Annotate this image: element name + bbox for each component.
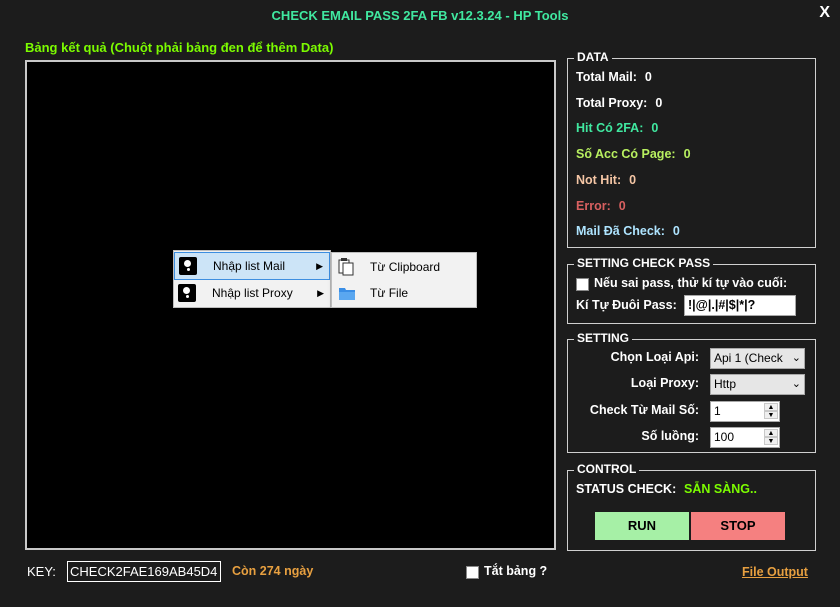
setting-check-pass-panel: SETTING CHECK PASS Nếu sai pass, thử kí …	[567, 256, 816, 324]
data-panel-title: DATA	[574, 50, 612, 64]
hide-table-label: Tắt bảng ?	[484, 564, 548, 578]
file-output-link[interactable]: File Output	[742, 565, 808, 579]
stop-button[interactable]: STOP	[691, 512, 785, 540]
setting-check-pass-title: SETTING CHECK PASS	[574, 256, 714, 270]
chevron-down-icon: ⌄	[791, 378, 801, 390]
data-row-value: 0	[683, 147, 691, 162]
menu-item-label: Nhập list Mail	[213, 259, 286, 273]
setting-panel: SETTING Chọn Loại Api: Api 1 (Check ⌄ Lo…	[567, 331, 816, 453]
data-row-label: Total Proxy:	[576, 95, 648, 110]
data-row-value: 0	[672, 224, 680, 239]
key-field[interactable]: CHECK2FAE169AB45D4	[67, 561, 221, 582]
data-row-label: Error:	[576, 198, 611, 213]
submenu-item-file[interactable]: Từ File	[332, 280, 476, 306]
data-row: Hit Có 2FA: 0	[576, 121, 658, 135]
proxy-type-select[interactable]: Http ⌄	[710, 374, 805, 395]
results-label: Bảng kết quả (Chuột phải bảng đen để thê…	[25, 40, 334, 55]
menu-item-import-mail[interactable]: Nhập list Mail ▶	[174, 252, 330, 280]
api-select-value: Api 1 (Check	[714, 351, 783, 365]
close-icon[interactable]: X	[819, 4, 830, 22]
data-row: Total Proxy: 0	[576, 96, 662, 110]
chevron-right-icon: ▶	[317, 288, 324, 298]
hide-table-checkbox[interactable]	[466, 566, 479, 579]
data-row: Mail Đã Check: 0	[576, 224, 680, 238]
data-row-label: Total Mail:	[576, 70, 637, 84]
folder-icon	[338, 284, 356, 310]
proxy-type-label: Loại Proxy:	[630, 376, 699, 390]
stepper-up-icon[interactable]: ▲	[764, 403, 778, 411]
data-row-label: Hit Có 2FA:	[576, 121, 644, 136]
data-row-label: Not Hit:	[576, 172, 622, 187]
data-row-label: Số Acc Có Page:	[576, 147, 676, 162]
data-row: Số Acc Có Page: 0	[576, 147, 691, 161]
start-index-label: Check Từ Mail Số:	[589, 403, 699, 417]
pin-icon	[179, 257, 197, 275]
stepper-up-icon[interactable]: ▲	[764, 429, 778, 437]
data-row: Total Mail: 0	[576, 70, 652, 84]
status-value: SẴN SÀNG..	[684, 482, 757, 496]
suffix-label: Kí Tự Đuôi Pass:	[576, 298, 677, 312]
control-title: CONTROL	[574, 462, 640, 476]
chevron-down-icon: ⌄	[789, 349, 801, 368]
retry-suffix-label: Nếu sai pass, thử kí tự vào cuối:	[594, 276, 788, 290]
chevron-right-icon: ▶	[316, 261, 323, 271]
days-left: Còn 274 ngày	[232, 564, 314, 578]
window-title: CHECK EMAIL PASS 2FA FB v12.3.24 - HP To…	[271, 8, 569, 23]
menu-item-import-proxy[interactable]: Nhập list Proxy ▶	[174, 280, 330, 306]
setting-title: SETTING	[574, 331, 633, 345]
status-label: STATUS CHECK:	[576, 482, 677, 496]
data-row: Not Hit: 0	[576, 173, 636, 187]
submenu-item-label: Từ Clipboard	[370, 260, 441, 274]
run-button[interactable]: RUN	[595, 512, 689, 540]
context-menu: Nhập list Mail ▶ Nhập list Proxy ▶	[173, 250, 331, 308]
stepper-buttons[interactable]: ▲ ▼	[764, 403, 778, 420]
stepper-down-icon[interactable]: ▼	[764, 411, 778, 419]
suffix-input[interactable]: !|@|.|#|$|*|?	[684, 295, 796, 316]
key-label: KEY:	[27, 564, 56, 579]
data-row-value: 0	[651, 121, 659, 136]
data-row: Error: 0	[576, 199, 626, 213]
pin-icon	[178, 284, 196, 302]
data-row-value: 0	[655, 95, 663, 110]
submenu-item-clipboard[interactable]: Từ Clipboard	[332, 254, 476, 280]
api-select[interactable]: Api 1 (Check ⌄	[710, 348, 805, 369]
data-row-value: 0	[618, 198, 626, 213]
stepper-buttons[interactable]: ▲ ▼	[764, 429, 778, 446]
proxy-type-value: Http	[714, 377, 737, 391]
threads-value: 100	[714, 430, 735, 444]
stepper-down-icon[interactable]: ▼	[764, 437, 778, 445]
start-index-stepper[interactable]: 1 ▲ ▼	[710, 401, 780, 422]
start-index-value: 1	[714, 404, 721, 418]
data-row-value: 0	[629, 172, 637, 187]
menu-item-label: Nhập list Proxy	[212, 286, 293, 300]
submenu: Từ Clipboard Từ File	[331, 252, 477, 308]
control-panel: CONTROL STATUS CHECK: SẴN SÀNG.. RUN STO…	[567, 462, 816, 551]
threads-label: Số luồng:	[641, 429, 699, 443]
data-row-value: 0	[644, 70, 652, 84]
submenu-item-label: Từ File	[370, 286, 409, 300]
data-row-label: Mail Đã Check:	[576, 224, 665, 239]
data-panel: DATA Total Mail: 0 Total Proxy: 0 Hit Có 2FA…	[567, 50, 816, 248]
api-label: Chọn Loại Api:	[610, 350, 699, 364]
threads-stepper[interactable]: 100 ▲ ▼	[710, 427, 780, 448]
retry-suffix-checkbox[interactable]	[576, 278, 589, 291]
